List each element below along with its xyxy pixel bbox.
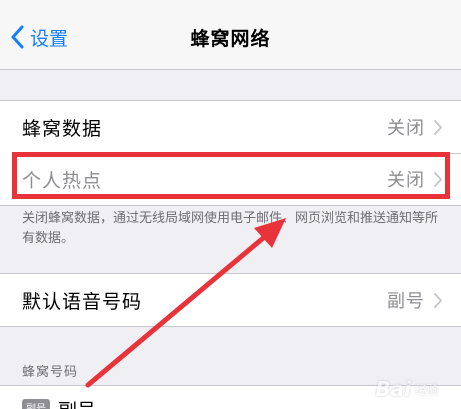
cellular-data-row[interactable]: 蜂窝数据 关闭 bbox=[0, 101, 461, 153]
personal-hotspot-label: 个人热点 bbox=[22, 169, 103, 192]
cellular-numbers-header: 蜂窝号码 bbox=[22, 365, 79, 380]
personal-hotspot-row[interactable]: 个人热点 关闭 bbox=[0, 153, 461, 205]
chevron-right-icon bbox=[434, 292, 442, 308]
watermark-sub: 经验 bbox=[414, 382, 439, 397]
chevron-right-icon bbox=[434, 119, 442, 135]
watermark-text: Bai bbox=[375, 377, 411, 401]
personal-hotspot-value: 关闭 bbox=[387, 170, 425, 191]
baidu-watermark: Bai 经验 bbox=[375, 377, 439, 401]
sim-line-label: 副号 bbox=[58, 396, 96, 409]
cellular-data-footnote: 关闭蜂窝数据，通过无线局域网使用电子邮件、网页浏览和推送通知等所有数据。 bbox=[22, 211, 439, 246]
navigation-bar: 设置 蜂窝网络 bbox=[0, 0, 461, 70]
voice-line-group: 默认语音号码 副号 bbox=[0, 273, 461, 327]
default-voice-line-value: 副号 bbox=[387, 291, 425, 312]
cellular-data-label: 蜂窝数据 bbox=[22, 117, 103, 140]
cellular-settings-group: 蜂窝数据 关闭 个人热点 关闭 bbox=[0, 100, 461, 206]
chevron-right-icon bbox=[434, 171, 442, 187]
default-voice-line-row[interactable]: 默认语音号码 副号 bbox=[0, 274, 461, 326]
page-title: 蜂窝网络 bbox=[190, 28, 271, 50]
default-voice-line-label: 默认语音号码 bbox=[22, 290, 143, 313]
cellular-data-value: 关闭 bbox=[387, 118, 425, 139]
sim-badge: 副号 bbox=[22, 399, 50, 409]
